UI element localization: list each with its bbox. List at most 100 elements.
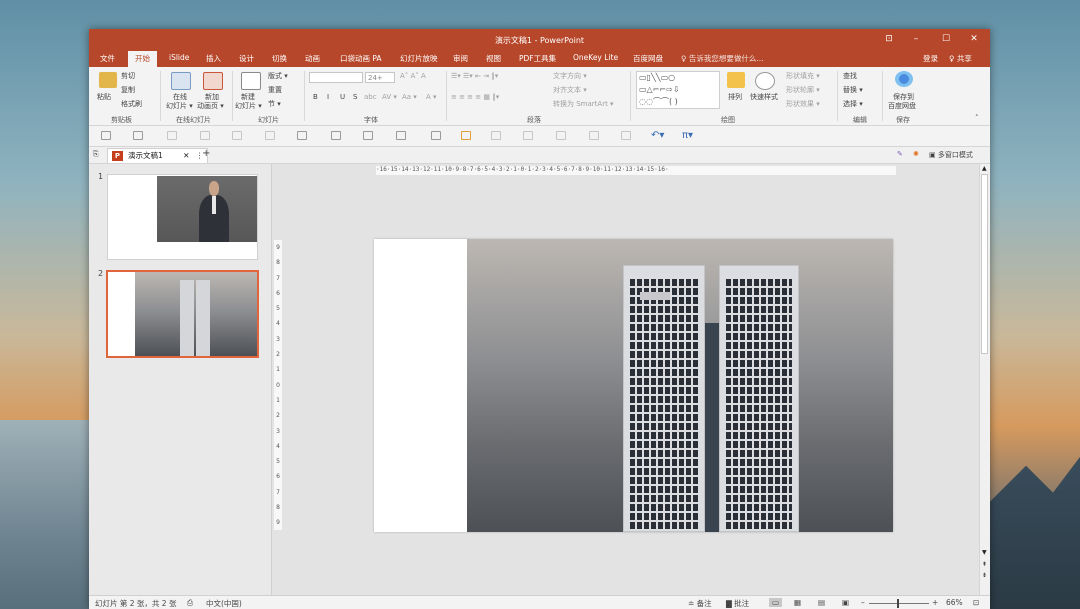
qat-copy-icon[interactable]: [133, 131, 143, 140]
new-animation-page-icon[interactable]: [203, 72, 223, 90]
qat-ungroup-icon[interactable]: [232, 131, 242, 140]
slide-canvas[interactable]: [374, 239, 893, 532]
qat-undo-icon[interactable]: ↶▾: [651, 130, 664, 141]
tab-design[interactable]: 设计: [239, 53, 254, 64]
shapes-gallery[interactable]: ▭▯╲╲▭○ ▭△⌐⌐⇨⇩ ◌◌⌒⌒( ): [636, 71, 720, 109]
find-button[interactable]: 查找: [843, 71, 857, 81]
new-tab-button[interactable]: +: [202, 148, 210, 159]
align-text-button[interactable]: 对齐文本 ▾: [553, 85, 587, 95]
qat-format-icon[interactable]: [491, 131, 501, 140]
grow-font-icon[interactable]: A˄ A˅ A: [400, 72, 426, 80]
bullets-icon[interactable]: ☰▾ ☰▾ ⇤ ⇥ ‖▾: [451, 72, 498, 80]
tab-pdf-tools[interactable]: PDF工具集: [519, 53, 556, 64]
shape-fill-button[interactable]: 形状填充 ▾: [786, 71, 820, 81]
spellcheck-icon[interactable]: ⎙: [187, 598, 193, 608]
qat-spacing-icon[interactable]: [589, 131, 599, 140]
format-painter-button[interactable]: 格式刷: [121, 99, 142, 109]
tab-tool-icon[interactable]: ✎: [897, 150, 903, 158]
new-animation-page-label-2[interactable]: 动画页 ▾: [197, 101, 224, 111]
previous-slide-icon[interactable]: ⇞: [982, 561, 987, 568]
zoom-in-button[interactable]: +: [932, 598, 938, 607]
online-slides-label-2[interactable]: 幻灯片 ▾: [166, 101, 193, 111]
qat-save-icon[interactable]: [621, 131, 631, 140]
strikethrough-button[interactable]: abc: [364, 93, 377, 101]
shadow-button[interactable]: S: [353, 93, 357, 101]
tab-slideshow[interactable]: 幻灯片放映: [400, 53, 438, 64]
tab-animations[interactable]: 动画: [305, 53, 320, 64]
align-icons[interactable]: ≡ ≡ ≡ ≡ ▦ ‖▾: [451, 93, 499, 101]
comments-button[interactable]: ▇ 批注: [726, 598, 749, 609]
arrange-button[interactable]: 排列: [728, 92, 742, 102]
zoom-level[interactable]: 66%: [946, 598, 963, 607]
quick-styles-button[interactable]: 快速样式: [750, 92, 778, 102]
normal-view-icon[interactable]: ▭: [769, 598, 783, 607]
scrollbar-thumb[interactable]: [981, 174, 988, 354]
underline-button[interactable]: U: [340, 93, 345, 101]
reading-view-icon[interactable]: ▤: [818, 598, 825, 607]
qat-distribute-icon[interactable]: [556, 131, 566, 140]
settings-gear-icon[interactable]: ✺: [913, 150, 919, 158]
bold-button[interactable]: B: [313, 93, 318, 101]
online-slides-icon[interactable]: [171, 72, 191, 90]
tell-me-search[interactable]: ♀ 告诉我您想要做什么...: [681, 53, 764, 64]
shape-outline-button[interactable]: 形状轮廓 ▾: [786, 85, 820, 95]
layout-button[interactable]: 版式 ▾: [268, 71, 288, 81]
qat-slide-icon[interactable]: [101, 131, 111, 140]
italic-button[interactable]: I: [327, 93, 329, 101]
font-name-input[interactable]: [309, 72, 363, 83]
section-button[interactable]: 节 ▾: [268, 99, 281, 109]
cut-button[interactable]: 剪切: [121, 71, 135, 81]
qat-shapes-icon[interactable]: [461, 131, 471, 140]
save-to-label-2[interactable]: 百度网盘: [888, 101, 916, 111]
copy-button[interactable]: 复制: [121, 85, 135, 95]
new-slide-label-2[interactable]: 幻灯片 ▾: [235, 101, 262, 111]
close-button[interactable]: ✕: [965, 33, 983, 46]
qat-equation-icon[interactable]: π▾: [682, 130, 693, 141]
next-slide-icon[interactable]: ⇟: [982, 572, 987, 579]
tab-review[interactable]: 审阅: [453, 53, 468, 64]
quick-styles-icon[interactable]: [755, 72, 775, 90]
tab-islide[interactable]: iSlide: [169, 53, 189, 62]
scroll-up-icon[interactable]: ▲: [982, 165, 987, 172]
change-case-button[interactable]: Aa ▾: [402, 93, 417, 101]
tab-pocket-animation[interactable]: 口袋动画 PA: [340, 53, 382, 64]
slide-thumbnail-1[interactable]: [107, 174, 258, 260]
scroll-down-icon[interactable]: ▼: [982, 549, 987, 556]
tab-transitions[interactable]: 切换: [272, 53, 287, 64]
reset-button[interactable]: 重置: [268, 85, 282, 95]
qat-arrange-icon[interactable]: [431, 131, 441, 140]
tab-baidu-netdisk[interactable]: 百度网盘: [633, 53, 663, 64]
text-direction-button[interactable]: 文字方向 ▾: [553, 71, 587, 81]
qat-align-icon[interactable]: [265, 131, 275, 140]
char-spacing-button[interactable]: AV ▾: [382, 93, 397, 101]
collapse-ribbon-icon[interactable]: ˄: [975, 114, 979, 122]
font-size-input[interactable]: 24+: [365, 72, 395, 83]
pin-tab-icon[interactable]: ⎘: [93, 150, 99, 159]
tab-onekey-lite[interactable]: OneKey Lite: [573, 53, 618, 62]
maximize-button[interactable]: ☐: [937, 33, 955, 46]
share-button[interactable]: ♀ 共享: [949, 53, 972, 64]
baidu-netdisk-icon[interactable]: [895, 71, 913, 87]
tab-home[interactable]: 开始: [128, 51, 157, 67]
qat-rotate-icon[interactable]: [363, 131, 373, 140]
tab-insert[interactable]: 插入: [206, 53, 221, 64]
select-button[interactable]: 选择 ▾: [843, 99, 863, 109]
qat-animate-icon[interactable]: [396, 131, 406, 140]
document-tab[interactable]: P 演示文稿1 ✕ ⋮: [107, 148, 209, 163]
fit-slide-icon[interactable]: ⊡: [973, 598, 979, 607]
qat-crop-icon[interactable]: [297, 131, 307, 140]
notes-button[interactable]: ≐ 备注: [688, 598, 712, 609]
tab-file[interactable]: 文件: [100, 53, 115, 64]
twin-towers-photo[interactable]: [467, 239, 893, 532]
shape-effects-button[interactable]: 形状效果 ▾: [786, 99, 820, 109]
slide-sorter-icon[interactable]: ▦: [794, 598, 801, 607]
multi-window-mode-button[interactable]: ▣ 多窗口模式: [929, 150, 973, 160]
login-link[interactable]: 登录: [923, 53, 938, 64]
minimize-button[interactable]: –: [907, 33, 925, 46]
vertical-scrollbar[interactable]: ▲ ▼ ⇞ ⇟: [979, 164, 990, 595]
zoom-out-button[interactable]: –: [861, 598, 865, 607]
tab-view[interactable]: 视图: [486, 53, 501, 64]
arrange-icon[interactable]: [727, 72, 745, 88]
qat-lock-icon[interactable]: [523, 131, 533, 140]
convert-smartart-button[interactable]: 转换为 SmartArt ▾: [553, 99, 614, 109]
